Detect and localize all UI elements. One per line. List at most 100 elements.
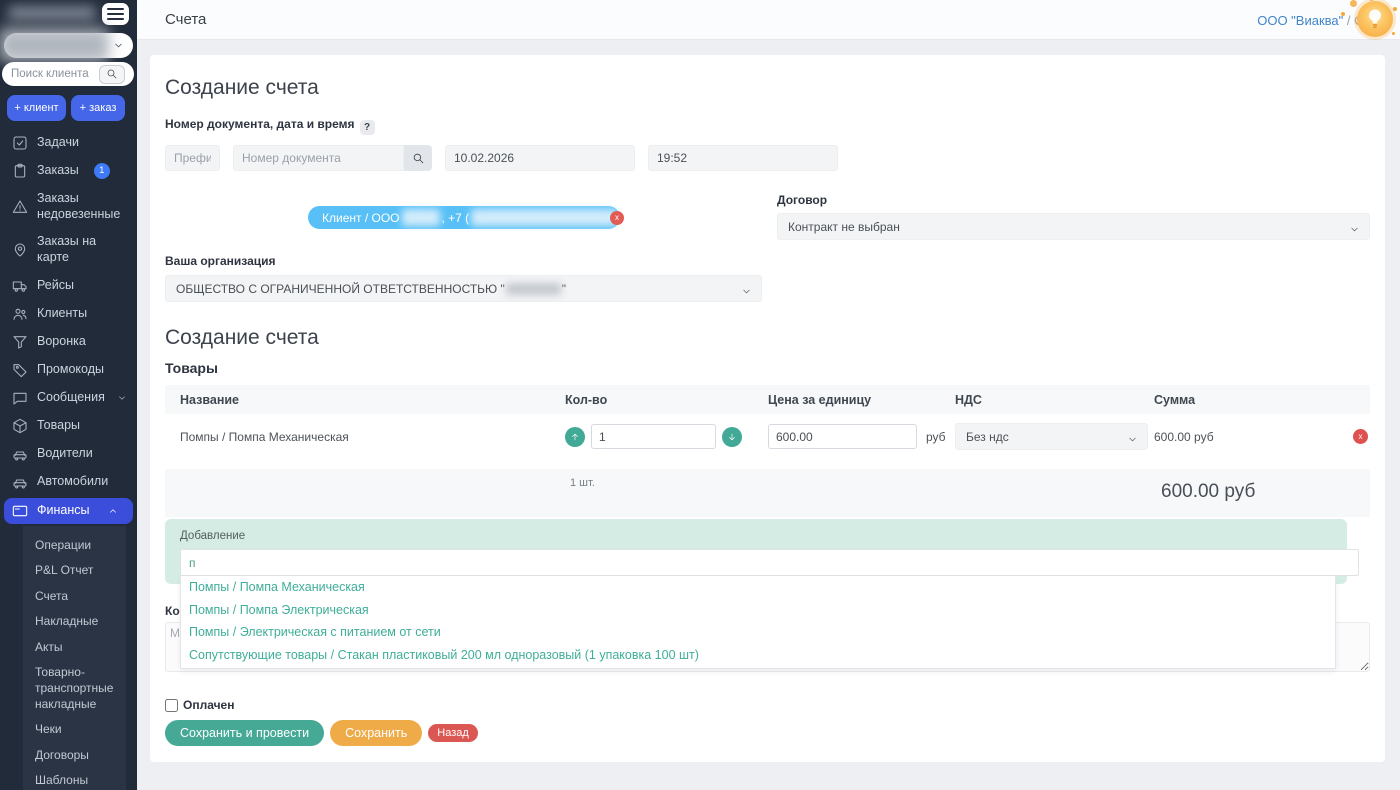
- sidebar-actions: + клиент + заказ: [7, 95, 130, 121]
- client-contract-row: Клиент / ООО , +7 ( x Договор Контракт н…: [165, 193, 1370, 240]
- chevron-up-icon: [105, 506, 121, 516]
- add-order-button[interactable]: + заказ: [71, 95, 125, 121]
- sidebar-item-drivers[interactable]: Водители: [0, 440, 137, 468]
- menu-toggle-button[interactable]: [102, 3, 129, 25]
- sidebar-item-messages[interactable]: Сообщения: [0, 384, 137, 412]
- sidebar-item-promocodes[interactable]: Промокоды: [0, 356, 137, 384]
- add-client-button[interactable]: + клиент: [7, 95, 66, 121]
- help-badge[interactable]: ?: [360, 120, 375, 135]
- qty-increase-button[interactable]: [565, 427, 585, 447]
- submenu-item-operations[interactable]: Операции: [23, 533, 126, 559]
- funnel-icon: [12, 334, 28, 350]
- suggestion-item[interactable]: Сопутствующие товары / Стакан пластиковы…: [181, 644, 1335, 667]
- col-header-vat: НДС: [955, 393, 1154, 407]
- suggestion-item[interactable]: Помпы / Помпа Электрическая: [181, 599, 1335, 622]
- box-icon: [12, 418, 28, 434]
- save-and-post-button[interactable]: Сохранить и провести: [165, 720, 324, 746]
- submenu-item-contracts[interactable]: Договоры: [23, 743, 126, 769]
- add-product-label: Добавление: [165, 519, 1347, 542]
- suggestion-item[interactable]: Помпы / Помпа Механическая: [181, 576, 1335, 599]
- sidebar-item-cars[interactable]: Автомобили: [0, 468, 137, 496]
- qty-decrease-button[interactable]: [722, 427, 742, 447]
- add-product-input[interactable]: [180, 549, 1359, 576]
- paid-checkbox[interactable]: [165, 699, 178, 712]
- form-buttons: Сохранить и провести Сохранить Назад: [165, 720, 1370, 746]
- map-pin-icon: [12, 242, 28, 258]
- total-sum: 600.00 руб: [1161, 481, 1255, 503]
- sidebar-header: [0, 0, 137, 28]
- invoice-form-card: Создание счета Номер документа, дата и в…: [150, 55, 1385, 762]
- submenu-item-waybills[interactable]: Накладные: [23, 609, 126, 635]
- blurred-client-phone: [471, 209, 617, 226]
- breadcrumb-company-link[interactable]: ООО "Виаква": [1257, 13, 1343, 28]
- sidebar-item-undelivered-orders[interactable]: Заказы недовезенные: [0, 185, 130, 228]
- chevron-down-icon: [114, 393, 130, 403]
- submenu-item-acts[interactable]: Акты: [23, 635, 126, 661]
- organization-select[interactable]: ОБЩЕСТВО С ОГРАНИЧЕННОЙ ОТВЕТСТВЕННОСТЬЮ…: [165, 275, 762, 302]
- contract-label: Договор: [777, 193, 1370, 207]
- currency-suffix: руб: [926, 430, 946, 444]
- sidebar-item-orders-map[interactable]: Заказы на карте: [0, 228, 137, 271]
- col-header-qty: Кол-во: [565, 393, 768, 407]
- product-name: Помпы / Помпа Механическая: [165, 430, 565, 444]
- sidebar-item-clients[interactable]: Клиенты: [0, 300, 137, 328]
- date-input[interactable]: [445, 145, 635, 171]
- save-button[interactable]: Сохранить: [330, 720, 422, 746]
- suggestion-item[interactable]: Помпы / Электрическая с питанием от сети: [181, 621, 1335, 644]
- time-input[interactable]: [648, 145, 838, 171]
- doc-number-search-button[interactable]: [404, 145, 432, 171]
- submenu-item-pnl-report[interactable]: P&L Отчет: [23, 558, 126, 584]
- sum-cell: 600.00 руб x: [1154, 429, 1370, 444]
- topbar: Счета ООО "Виаква" / Счета: [137, 0, 1400, 40]
- row-sum: 600.00 руб: [1154, 430, 1214, 444]
- search-input[interactable]: [11, 68, 99, 80]
- paid-row: Оплачен: [165, 698, 1370, 712]
- truck-icon: [12, 278, 28, 294]
- vat-cell: Без ндс: [955, 423, 1154, 450]
- price-input[interactable]: [768, 424, 917, 449]
- sidebar-item-orders[interactable]: Заказы 1: [0, 157, 137, 185]
- client-chip-phone-prefix: , +7 (: [442, 211, 470, 225]
- client-chip[interactable]: Клиент / ООО , +7 ( x: [308, 206, 620, 229]
- doc-number-label-row: Номер документа, дата и время?: [165, 115, 1370, 135]
- chevron-down-icon: [741, 286, 752, 297]
- sidebar-item-trips[interactable]: Рейсы: [0, 272, 137, 300]
- submenu-item-ttn[interactable]: Товарно-транспортные накладные: [23, 660, 126, 717]
- help-bulb-widget[interactable]: [1357, 1, 1393, 37]
- add-product-section: Добавление Помпы / Помпа Механическая По…: [165, 519, 1370, 584]
- sidebar-item-products[interactable]: Товары: [0, 412, 137, 440]
- sidebar-item-tasks[interactable]: Задачи: [0, 129, 137, 157]
- blurred-org-name: [506, 283, 561, 295]
- search-icon: [412, 152, 425, 165]
- doc-number-label: Номер документа, дата и время: [165, 117, 355, 131]
- sidebar-item-funnel[interactable]: Воронка: [0, 328, 137, 356]
- client-chip-text: Клиент / ООО: [322, 211, 400, 225]
- contract-select[interactable]: Контракт не выбран: [777, 213, 1370, 240]
- goods-table-header: Название Кол-во Цена за единицу НДС Сумм…: [165, 385, 1370, 414]
- search-button[interactable]: [99, 65, 125, 84]
- doc-number-input[interactable]: [233, 145, 404, 171]
- vat-select[interactable]: Без ндс: [955, 423, 1148, 450]
- qty-input[interactable]: [591, 424, 716, 449]
- prefix-input[interactable]: [165, 145, 220, 171]
- sidebar-item-finance[interactable]: Финансы: [4, 498, 133, 524]
- contract-column: Договор Контракт не выбран: [777, 193, 1370, 240]
- chevron-down-icon: [1349, 224, 1360, 235]
- people-icon: [12, 306, 28, 322]
- sidebar-menu: Задачи Заказы 1 Заказы недовезенные Зака…: [0, 129, 137, 790]
- submenu-item-checks[interactable]: Чеки: [23, 717, 126, 743]
- col-header-name: Название: [165, 393, 565, 407]
- submenu-item-contract-templates[interactable]: Шаблоны договоров: [23, 768, 126, 790]
- remove-client-button[interactable]: x: [610, 211, 624, 225]
- goods-section-label: Товары: [165, 360, 1370, 376]
- total-quantity: 1 шт.: [570, 477, 595, 489]
- remove-row-button[interactable]: x: [1353, 429, 1368, 444]
- company-select[interactable]: [4, 33, 133, 58]
- submenu-item-invoices[interactable]: Счета: [23, 584, 126, 610]
- page-title: Счета: [165, 11, 206, 28]
- back-button[interactable]: Назад: [428, 724, 478, 742]
- qty-cell: [565, 424, 768, 449]
- chevron-down-icon: [113, 40, 124, 51]
- paid-label: Оплачен: [183, 698, 234, 712]
- suggestion-item[interactable]: Услуги / Подъем на этаж: [181, 667, 1335, 670]
